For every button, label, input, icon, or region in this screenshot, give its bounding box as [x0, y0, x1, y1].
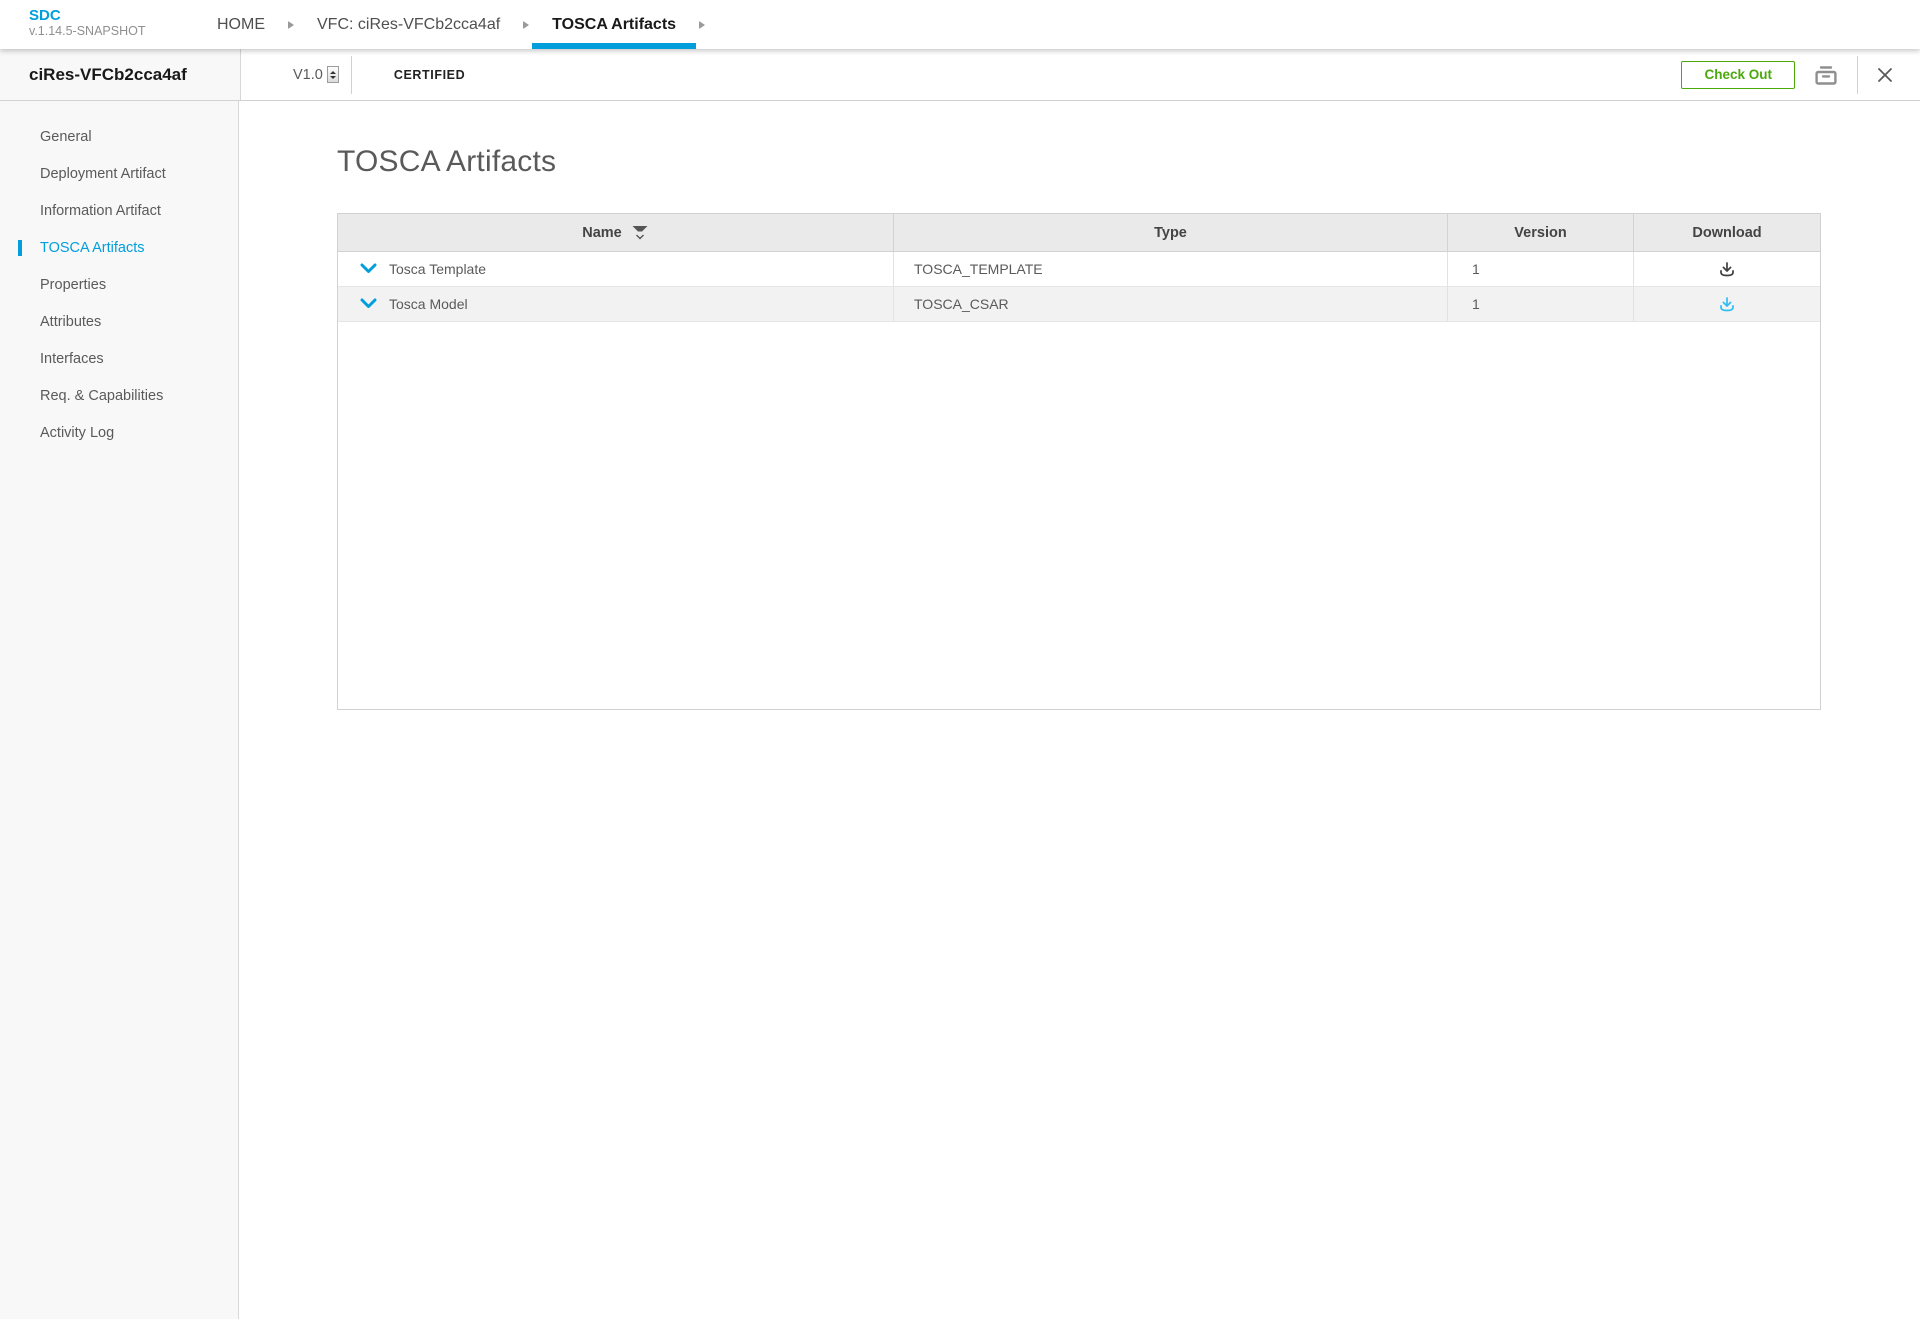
sidebar-item-label: General	[40, 129, 92, 145]
lifecycle-status-label: CERTIFIED	[394, 68, 465, 82]
breadcrumb-arrow-icon	[523, 21, 529, 29]
artifact-version-cell: 1	[1448, 287, 1634, 321]
page-title: TOSCA Artifacts	[337, 145, 1821, 179]
sdc-logo: SDC v.1.14.5-SNAPSHOT	[29, 0, 159, 49]
artifact-name-cell: Tosca Template	[338, 252, 894, 286]
page-body: General Deployment Artifact Information …	[0, 101, 1920, 1319]
component-name: ciRes-VFCb2cca4af	[29, 65, 187, 85]
artifact-type: TOSCA_TEMPLATE	[914, 261, 1043, 277]
sidebar-item-label: TOSCA Artifacts	[40, 240, 145, 256]
version-selector-value: V1.0	[293, 67, 323, 83]
sort-chevron-icon	[635, 234, 645, 240]
breadcrumb-arrow-icon	[288, 21, 294, 29]
close-button[interactable]	[1874, 64, 1896, 86]
sdc-logo-text: SDC	[29, 8, 159, 24]
sidebar-item-req-capabilities[interactable]: Req. & Capabilities	[0, 377, 238, 414]
main-content: TOSCA Artifacts Name Type	[239, 101, 1920, 1319]
artifact-name-cell: Tosca Model	[338, 287, 894, 321]
component-header-left: ciRes-VFCb2cca4af	[0, 49, 241, 100]
sidebar-item-properties[interactable]: Properties	[0, 266, 238, 303]
sdc-version-text: v.1.14.5-SNAPSHOT	[29, 24, 159, 39]
table-row: Tosca Model TOSCA_CSAR 1	[338, 287, 1820, 322]
sidebar-item-interfaces[interactable]: Interfaces	[0, 340, 238, 377]
artifact-version-cell: 1	[1448, 252, 1634, 286]
breadcrumb: HOME VFC: ciRes-VFCb2cca4af TOSCA Artifa…	[197, 0, 708, 49]
sidebar-item-information-artifact[interactable]: Information Artifact	[0, 192, 238, 229]
sidebar-item-label: Deployment Artifact	[40, 166, 166, 182]
table-row: Tosca Template TOSCA_TEMPLATE 1	[338, 252, 1820, 287]
artifact-type: TOSCA_CSAR	[914, 296, 1009, 312]
download-button[interactable]	[1718, 261, 1736, 278]
header-divider	[351, 56, 352, 94]
artifact-type-cell: TOSCA_TEMPLATE	[894, 252, 1448, 286]
breadcrumb-tab-label: HOME	[217, 16, 265, 34]
breadcrumb-tab-vfc[interactable]: VFC: ciRes-VFCb2cca4af	[297, 0, 520, 49]
download-icon	[1718, 296, 1736, 313]
column-header-label: Name	[582, 225, 622, 241]
breadcrumb-tab-tosca-artifacts[interactable]: TOSCA Artifacts	[532, 0, 696, 49]
close-icon	[1876, 66, 1894, 84]
sidebar: General Deployment Artifact Information …	[0, 101, 239, 1319]
header-divider	[1857, 56, 1858, 94]
sidebar-item-label: Req. & Capabilities	[40, 388, 163, 404]
download-icon	[1718, 261, 1736, 278]
column-header-type: Type	[894, 214, 1448, 251]
breadcrumb-tab-label: TOSCA Artifacts	[552, 16, 676, 34]
artifact-name: Tosca Model	[389, 296, 468, 312]
sort-icon[interactable]	[631, 225, 649, 240]
check-out-button[interactable]: Check Out	[1681, 61, 1795, 89]
sidebar-item-label: Activity Log	[40, 425, 114, 441]
column-header-version: Version	[1448, 214, 1634, 251]
print-icon	[1813, 62, 1839, 88]
column-header-name[interactable]: Name	[338, 214, 894, 251]
chevron-down-icon	[360, 263, 377, 275]
sidebar-item-attributes[interactable]: Attributes	[0, 303, 238, 340]
artifact-download-cell	[1634, 287, 1820, 321]
column-header-download: Download	[1634, 214, 1820, 251]
version-spinner-icon[interactable]	[327, 66, 339, 83]
artifact-version: 1	[1472, 261, 1480, 277]
artifact-name: Tosca Template	[389, 261, 486, 277]
sidebar-item-label: Properties	[40, 277, 106, 293]
artifacts-table: Name Type Version	[337, 213, 1821, 710]
breadcrumb-arrow-icon	[699, 21, 705, 29]
artifact-type-cell: TOSCA_CSAR	[894, 287, 1448, 321]
component-header: ciRes-VFCb2cca4af V1.0 CERTIFIED Check O…	[0, 49, 1920, 101]
table-header-row: Name Type Version	[338, 214, 1820, 252]
sort-funnel-icon	[631, 225, 649, 233]
sidebar-item-deployment-artifact[interactable]: Deployment Artifact	[0, 155, 238, 192]
spinner-up-icon	[330, 71, 336, 74]
expand-row-button[interactable]	[360, 263, 377, 275]
column-header-label: Type	[1154, 225, 1187, 241]
spinner-down-icon	[330, 76, 336, 79]
artifact-version: 1	[1472, 296, 1480, 312]
breadcrumb-tab-home[interactable]: HOME	[197, 0, 285, 49]
download-button[interactable]	[1718, 296, 1736, 313]
print-button[interactable]	[1811, 60, 1841, 90]
column-header-label: Download	[1692, 225, 1761, 241]
breadcrumb-tab-label: VFC: ciRes-VFCb2cca4af	[317, 16, 500, 34]
sidebar-item-label: Information Artifact	[40, 203, 161, 219]
component-header-main: V1.0 CERTIFIED Check Out	[241, 49, 1920, 100]
header-actions: Check Out	[1681, 56, 1896, 94]
sidebar-item-general[interactable]: General	[0, 118, 238, 155]
artifact-download-cell	[1634, 252, 1820, 286]
version-selector[interactable]: V1.0	[293, 66, 339, 83]
chevron-down-icon	[360, 298, 377, 310]
column-header-label: Version	[1514, 225, 1566, 241]
sidebar-item-activity-log[interactable]: Activity Log	[0, 414, 238, 451]
expand-row-button[interactable]	[360, 298, 377, 310]
top-nav-bar: SDC v.1.14.5-SNAPSHOT HOME VFC: ciRes-VF…	[0, 0, 1920, 49]
sidebar-item-label: Attributes	[40, 314, 101, 330]
sidebar-item-tosca-artifacts[interactable]: TOSCA Artifacts	[0, 229, 238, 266]
sidebar-item-label: Interfaces	[40, 351, 104, 367]
